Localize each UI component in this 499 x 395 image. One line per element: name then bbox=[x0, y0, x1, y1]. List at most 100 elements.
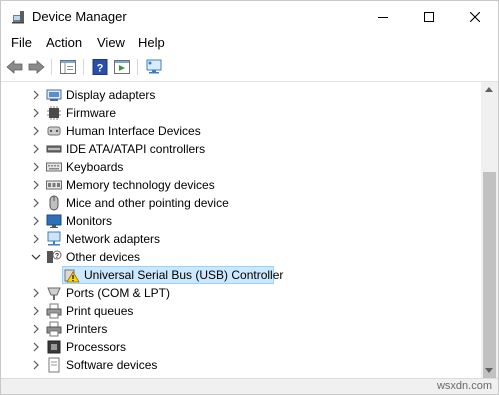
chevron-right-icon[interactable] bbox=[30, 89, 42, 101]
tree-item-other-devices[interactable]: ? Other devices bbox=[1, 248, 481, 266]
tree-item-ide-ata-atapi-controllers[interactable]: IDE ATA/ATAPI controllers bbox=[1, 140, 481, 158]
device-tree[interactable]: Display adapters Firmware Human Interfac… bbox=[1, 82, 481, 378]
print-queue-icon bbox=[46, 303, 62, 319]
memory-icon bbox=[46, 180, 62, 190]
menu-file[interactable]: File bbox=[11, 35, 32, 51]
mouse-icon bbox=[49, 195, 59, 211]
help-button[interactable]: ? bbox=[91, 58, 109, 76]
tree-item-label: Monitors bbox=[66, 214, 113, 228]
window-title: Device Manager bbox=[32, 9, 127, 24]
tree-item-usb-controller[interactable]: Universal Serial Bus (USB) Controller bbox=[1, 266, 481, 284]
warning-icon bbox=[64, 269, 80, 283]
chevron-right-icon[interactable] bbox=[30, 233, 42, 245]
close-button[interactable] bbox=[452, 1, 498, 33]
unknown-device-icon: ? bbox=[47, 250, 62, 263]
menu-help[interactable]: Help bbox=[138, 35, 165, 51]
device-manager-window: Device Manager File Action View Help ? D… bbox=[0, 0, 499, 395]
tree-item-label: Printers bbox=[66, 322, 108, 336]
printer-icon bbox=[46, 321, 62, 337]
chevron-right-icon[interactable] bbox=[30, 143, 42, 155]
console-tree-icon bbox=[60, 60, 76, 74]
display-adapter-icon bbox=[46, 89, 62, 101]
port-icon bbox=[47, 287, 61, 300]
close-icon bbox=[470, 12, 480, 22]
keyboard-icon bbox=[46, 162, 62, 172]
processor-icon bbox=[47, 340, 61, 354]
tree-item-keyboards[interactable]: Keyboards bbox=[1, 158, 481, 176]
tree-item-monitors[interactable]: Monitors bbox=[1, 212, 481, 230]
chevron-right-icon[interactable] bbox=[30, 179, 42, 191]
menu-action[interactable]: Action bbox=[46, 35, 82, 51]
tree-item-firmware[interactable]: Firmware bbox=[1, 104, 481, 122]
tree-item-display-adapters[interactable]: Display adapters bbox=[1, 86, 481, 104]
toolbar: ? bbox=[1, 53, 498, 82]
tree-item-label: Processors bbox=[66, 340, 127, 354]
software-device-icon bbox=[48, 357, 60, 373]
tree-item-label: Human Interface Devices bbox=[66, 124, 201, 138]
tree-item-network-adapters[interactable]: Network adapters bbox=[1, 230, 481, 248]
tree-item-processors[interactable]: Processors bbox=[1, 338, 481, 356]
hid-icon bbox=[47, 126, 61, 136]
svg-text:?: ? bbox=[55, 253, 59, 260]
tree-item-label: Other devices bbox=[66, 250, 141, 264]
chevron-right-icon[interactable] bbox=[30, 161, 42, 173]
tree-item-label: Keyboards bbox=[66, 160, 124, 174]
tree-item-label: IDE ATA/ATAPI controllers bbox=[66, 142, 206, 156]
network-adapter-icon bbox=[47, 231, 61, 246]
tree-item-ports-com-lpt[interactable]: Ports (COM & LPT) bbox=[1, 284, 481, 302]
watermark-text: wsxdn.com bbox=[436, 380, 492, 392]
chevron-right-icon[interactable] bbox=[30, 323, 42, 335]
tree-item-label: Display adapters bbox=[66, 88, 156, 102]
chevron-right-icon[interactable] bbox=[30, 215, 42, 227]
status-bar: wsxdn.com bbox=[1, 378, 498, 394]
tree-item-label: Network adapters bbox=[66, 232, 161, 246]
vertical-scrollbar[interactable] bbox=[481, 82, 498, 394]
device-manager-app-icon bbox=[10, 9, 26, 25]
scrollbar-thumb[interactable] bbox=[483, 172, 496, 394]
tree-item-label: Ports (COM & LPT) bbox=[66, 286, 171, 300]
firmware-icon bbox=[47, 106, 61, 120]
chevron-right-icon[interactable] bbox=[30, 341, 42, 353]
chevron-right-icon[interactable] bbox=[30, 125, 42, 137]
minimize-button[interactable] bbox=[360, 1, 406, 33]
chevron-right-icon[interactable] bbox=[30, 287, 42, 299]
toolbar-separator bbox=[83, 59, 84, 75]
tree-item-software-devices[interactable]: Software devices bbox=[1, 356, 481, 374]
tree-item-label: Universal Serial Bus (USB) Controller bbox=[84, 268, 284, 282]
scroll-down-arrow-icon[interactable] bbox=[485, 368, 493, 373]
toolbar-separator bbox=[51, 59, 52, 75]
back-arrow-icon bbox=[6, 60, 23, 74]
menu-view[interactable]: View bbox=[97, 35, 125, 51]
maximize-button[interactable] bbox=[406, 1, 452, 33]
tree-item-human-interface-devices[interactable]: Human Interface Devices bbox=[1, 122, 481, 140]
chevron-right-icon[interactable] bbox=[30, 197, 42, 209]
show-hide-console-tree-button[interactable] bbox=[59, 58, 77, 76]
tree-item-label: Print queues bbox=[66, 304, 134, 318]
tree-item-label: Memory technology devices bbox=[66, 178, 215, 192]
ide-controller-icon bbox=[46, 145, 62, 153]
tree-item-print-queues[interactable]: Print queues bbox=[1, 302, 481, 320]
tree-item-memory-technology-devices[interactable]: Memory technology devices bbox=[1, 176, 481, 194]
chevron-right-icon[interactable] bbox=[30, 305, 42, 317]
tree-item-label: Software devices bbox=[66, 358, 158, 372]
svg-text:?: ? bbox=[97, 63, 104, 75]
scan-hardware-icon bbox=[146, 59, 162, 74]
tree-item-mice-and-other-pointing-device[interactable]: Mice and other pointing device bbox=[1, 194, 481, 212]
help-icon: ? bbox=[92, 59, 108, 75]
forward-button[interactable] bbox=[27, 58, 45, 76]
title-bar: Device Manager bbox=[1, 1, 498, 33]
toolbar-separator bbox=[137, 59, 138, 75]
tree-item-printers[interactable]: Printers bbox=[1, 320, 481, 338]
chevron-right-icon[interactable] bbox=[30, 359, 42, 371]
chevron-right-icon[interactable] bbox=[30, 107, 42, 119]
tree-item-label: Mice and other pointing device bbox=[66, 196, 229, 210]
scroll-up-arrow-icon[interactable] bbox=[485, 87, 493, 92]
tree-item-label: Firmware bbox=[66, 106, 116, 120]
menu-bar: File Action View Help bbox=[1, 33, 498, 53]
chevron-down-icon[interactable] bbox=[30, 251, 42, 263]
monitor-icon bbox=[46, 214, 62, 228]
properties-button[interactable] bbox=[113, 58, 131, 76]
back-button[interactable] bbox=[6, 58, 24, 76]
properties-icon bbox=[114, 60, 130, 74]
scan-hardware-button[interactable] bbox=[145, 58, 163, 76]
